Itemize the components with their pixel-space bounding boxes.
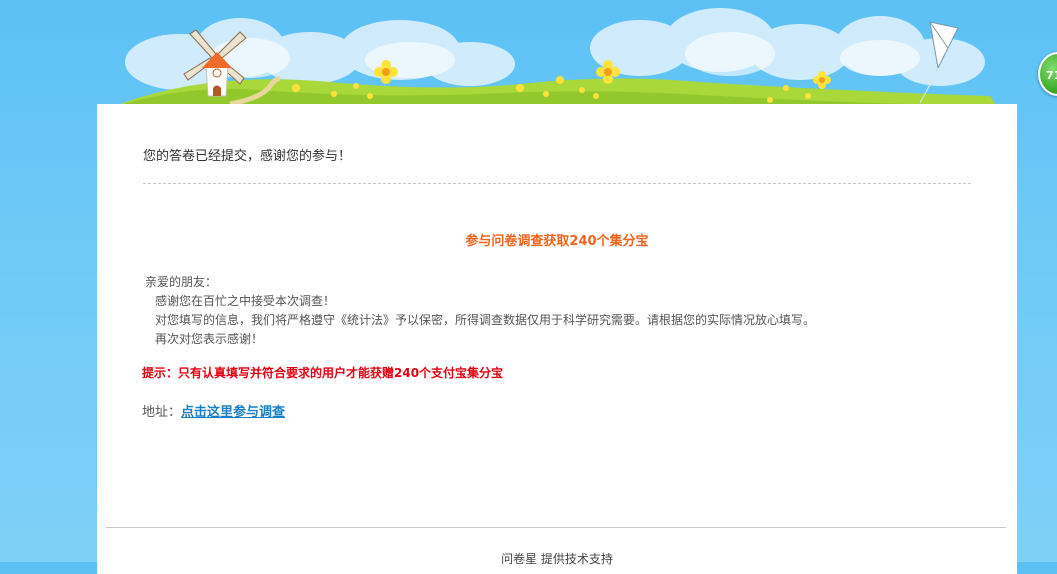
letter-line: 对您填写的信息，我们将严格遵守《统计法》予以保密，所得调查数据仅用于科学研究需要…: [155, 313, 816, 327]
footer-support-text: 问卷星 提供技术支持: [501, 552, 613, 566]
promo-letter: 亲爱的朋友： 感谢您在百忙之中接受本次调查！ 对您填写的信息，我们将严格遵守《统…: [145, 273, 815, 349]
letter-line: 再次对您表示感谢！: [155, 332, 264, 346]
submitted-message: 您的答卷已经提交，感谢您的参与！: [143, 149, 352, 164]
letter-greeting: 亲爱的朋友：: [145, 275, 218, 289]
kite-icon: [920, 21, 959, 104]
result-card: 您的答卷已经提交，感谢您的参与！ 参与问卷调查获取240个集分宝 亲爱的朋友： …: [97, 104, 1017, 574]
letter-line: 感谢您在百忙之中接受本次调查！: [155, 294, 336, 308]
join-survey-link[interactable]: 点击这里参与调查: [181, 405, 285, 420]
clouds-and-hills: [105, 8, 1000, 110]
footer-divider: [106, 527, 1006, 528]
header-scenery: [0, 0, 1057, 110]
dashed-divider: [143, 183, 971, 184]
address-label: 地址：: [142, 405, 182, 420]
promo-title: 参与问卷调查获取240个集分宝: [465, 234, 649, 249]
tip-message: 提示：只有认真填写并符合要求的用户才能获赠240个支付宝集分宝: [142, 366, 504, 380]
windmill-icon: [183, 29, 247, 97]
survey-address: 地址：点击这里参与调查: [142, 401, 285, 420]
